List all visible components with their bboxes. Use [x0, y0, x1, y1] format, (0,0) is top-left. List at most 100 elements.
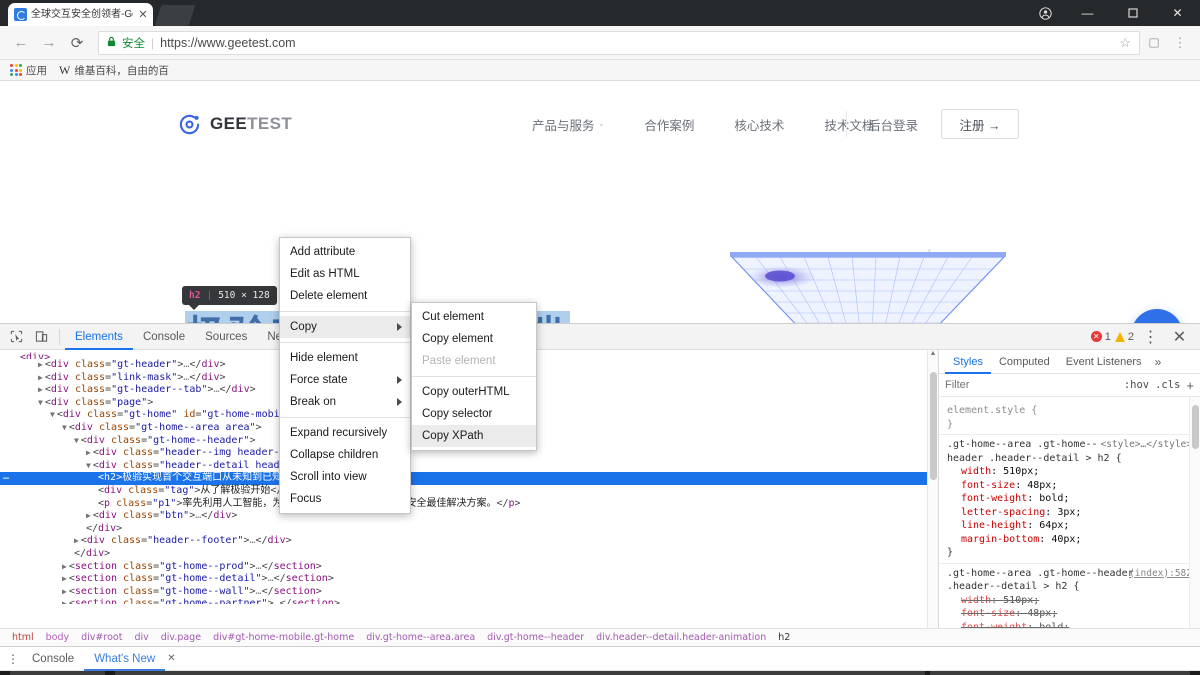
scroll-up-arrow-icon[interactable]: ▲ — [928, 350, 938, 357]
style-rule-h2-overridden[interactable]: (index):582 .gt-home--area .gt-home--hea… — [939, 564, 1200, 629]
tab-computed[interactable]: Computed — [991, 350, 1058, 374]
menu-item-focus[interactable]: Focus — [280, 488, 410, 510]
dom-row[interactable]: ▼<div class="header--detail header-anim — [0, 460, 938, 473]
expand-arrow-icon[interactable]: ▶ — [62, 562, 67, 571]
menu-item-scroll-into-view[interactable]: Scroll into view — [280, 466, 410, 488]
tab-sources[interactable]: Sources — [195, 324, 257, 350]
expand-arrow-icon[interactable]: ▶ — [38, 385, 43, 394]
new-style-rule-button[interactable]: + — [1186, 378, 1194, 393]
menu-item-edit-as-html[interactable]: Edit as HTML — [280, 263, 410, 285]
dom-row[interactable]: ▶<section class="gt-home--prod">…</secti… — [0, 561, 938, 574]
extension-icon[interactable] — [1142, 30, 1166, 56]
tab-styles[interactable]: Styles — [945, 350, 991, 374]
tab-elements[interactable]: Elements — [65, 324, 133, 350]
declaration[interactable]: letter-spacing: 3px; — [947, 506, 1192, 520]
breadcrumb-item[interactable]: div#gt-home-mobile.gt-home — [207, 632, 360, 643]
dom-scroll-thumb[interactable] — [930, 372, 937, 480]
declaration-overridden[interactable]: font-size: 48px; — [947, 607, 1192, 621]
styles-scroll-thumb[interactable] — [1192, 405, 1199, 449]
expand-arrow-icon[interactable]: ▶ — [86, 448, 91, 457]
menu-item-break-on[interactable]: Break on — [280, 391, 410, 413]
dom-tree-scrollbar[interactable]: ▲ — [927, 350, 938, 628]
address-bar[interactable]: 安全 | https://www.geetest.com ☆ — [98, 31, 1140, 55]
hover-state-toggle[interactable]: :hov — [1124, 379, 1149, 391]
nav-link-cases[interactable]: 合作案例 — [644, 115, 694, 134]
profile-icon[interactable] — [1025, 0, 1065, 26]
forward-icon[interactable]: → — [36, 30, 62, 56]
prop-value[interactable]: 510px; — [1003, 466, 1039, 477]
warning-count-badge[interactable]: 2 — [1115, 331, 1134, 343]
inspect-element-icon[interactable] — [4, 325, 29, 349]
nav-link-login[interactable]: 后台登录 — [868, 115, 918, 134]
chat-widget-button[interactable] — [1131, 309, 1183, 323]
declaration-overridden[interactable]: font-weight: bold; — [947, 621, 1192, 629]
browser-tab[interactable]: 全球交互安全创领者-Gee ✕ — [8, 3, 153, 26]
dom-row[interactable]: <p class="p1">率先利用人工智能，为全球 26 万家企业提供交互安全… — [0, 498, 938, 511]
declaration-overridden[interactable]: width: 510px; — [947, 594, 1192, 608]
url-text[interactable]: https://www.geetest.com — [160, 36, 1113, 50]
minimize-button[interactable]: — — [1065, 0, 1110, 26]
menu-item-hide-element[interactable]: Hide element — [280, 347, 410, 369]
prop-value[interactable]: 510px; — [1003, 595, 1039, 606]
site-logo[interactable]: GEETEST — [178, 113, 292, 136]
prop-value[interactable]: bold; — [1039, 493, 1069, 504]
declaration[interactable]: line-height: 64px; — [947, 519, 1192, 533]
error-count-badge[interactable]: ✕ 1 — [1091, 331, 1111, 343]
class-toggle[interactable]: .cls — [1155, 379, 1180, 391]
declaration[interactable]: margin-bottom: 40px; — [947, 533, 1192, 547]
style-rule-element-style[interactable]: element.style { } — [939, 401, 1200, 435]
breadcrumb-item[interactable]: div.header--detail.header-animation — [590, 632, 772, 643]
menu-item-copy-selector[interactable]: Copy selector — [412, 403, 536, 425]
dom-row[interactable]: ▶<section class="gt-home--detail">…</sec… — [0, 573, 938, 586]
styles-more-tabs-icon[interactable]: » — [1150, 355, 1167, 369]
tab-console[interactable]: Console — [133, 324, 195, 350]
rule-source[interactable]: <style>…</style> — [1100, 438, 1192, 452]
expand-arrow-icon[interactable]: ▶ — [38, 360, 43, 369]
declaration[interactable]: font-weight: bold; — [947, 492, 1192, 506]
expand-arrow-icon[interactable]: ▶ — [74, 536, 79, 545]
menu-item-copy-outerhtml[interactable]: Copy outerHTML — [412, 381, 536, 403]
prop-value[interactable]: 40px; — [1051, 534, 1081, 545]
drawer-menu-icon[interactable]: ⋮ — [4, 654, 22, 664]
menu-item-copy[interactable]: Copy — [280, 316, 410, 338]
bookmark-apps[interactable]: 应用 — [10, 63, 47, 78]
tab-event-listeners[interactable]: Event Listeners — [1058, 350, 1150, 374]
menu-item-expand-recursively[interactable]: Expand recursively — [280, 422, 410, 444]
dom-row[interactable]: ▶<section class="gt-home--partner">…</se… — [0, 598, 938, 604]
nav-link-products[interactable]: 产品与服务 ⌄ — [532, 115, 604, 134]
dom-row[interactable]: ▶<div class="btn">…</div> — [0, 510, 938, 523]
breadcrumb-item-selected[interactable]: h2 — [772, 632, 796, 643]
devtools-close-icon[interactable]: ✕ — [1167, 325, 1192, 349]
drawer-close-icon[interactable]: ✕ — [167, 653, 175, 664]
expand-arrow-icon[interactable]: ▶ — [62, 587, 67, 596]
prop-value[interactable]: 48px; — [1027, 608, 1057, 619]
new-tab-button[interactable] — [155, 5, 196, 26]
menu-item-copy-element[interactable]: Copy element — [412, 328, 536, 350]
breadcrumb-item[interactable]: div — [128, 632, 154, 643]
breadcrumb-item[interactable]: div.gt-home--header — [481, 632, 590, 643]
tab-close-icon[interactable]: ✕ — [137, 8, 149, 21]
menu-item-cut-element[interactable]: Cut element — [412, 306, 536, 328]
expand-arrow-icon[interactable]: ▶ — [62, 574, 67, 583]
back-icon[interactable]: ← — [8, 30, 34, 56]
expand-arrow-icon[interactable]: ▶ — [62, 599, 67, 604]
prop-value[interactable]: 3px; — [1057, 507, 1081, 518]
chrome-menu-icon[interactable]: ⋮ — [1168, 30, 1192, 56]
dom-row-selected[interactable]: …<h2>极验实现首个交互端口从未知到已知</h2> — [0, 472, 938, 485]
context-submenu-copy[interactable]: Cut element Copy element Paste element C… — [411, 302, 537, 451]
style-rule-h2-active[interactable]: <style>…</style> .gt-home--area .gt-home… — [939, 435, 1200, 564]
declaration[interactable]: width: 510px; — [947, 465, 1192, 479]
breadcrumb-item[interactable]: div.page — [155, 632, 207, 643]
dom-row[interactable]: </div> — [0, 523, 938, 536]
collapse-arrow-icon[interactable]: ▼ — [38, 398, 43, 407]
dom-row[interactable]: ▶<div class="header--footer">…</div> — [0, 535, 938, 548]
drawer-tab-whats-new[interactable]: What's New — [84, 647, 165, 671]
menu-item-collapse-children[interactable]: Collapse children — [280, 444, 410, 466]
styles-filter-input[interactable] — [945, 379, 1118, 391]
close-window-button[interactable]: ✕ — [1155, 0, 1200, 26]
devtools-menu-icon[interactable]: ⋮ — [1138, 325, 1163, 349]
breadcrumb-item[interactable]: body — [40, 632, 76, 643]
collapse-arrow-icon[interactable]: ▼ — [74, 436, 79, 445]
dom-row[interactable]: <div class="tag">从了解极验开始</div> — [0, 485, 938, 498]
device-toolbar-icon[interactable] — [29, 325, 54, 349]
